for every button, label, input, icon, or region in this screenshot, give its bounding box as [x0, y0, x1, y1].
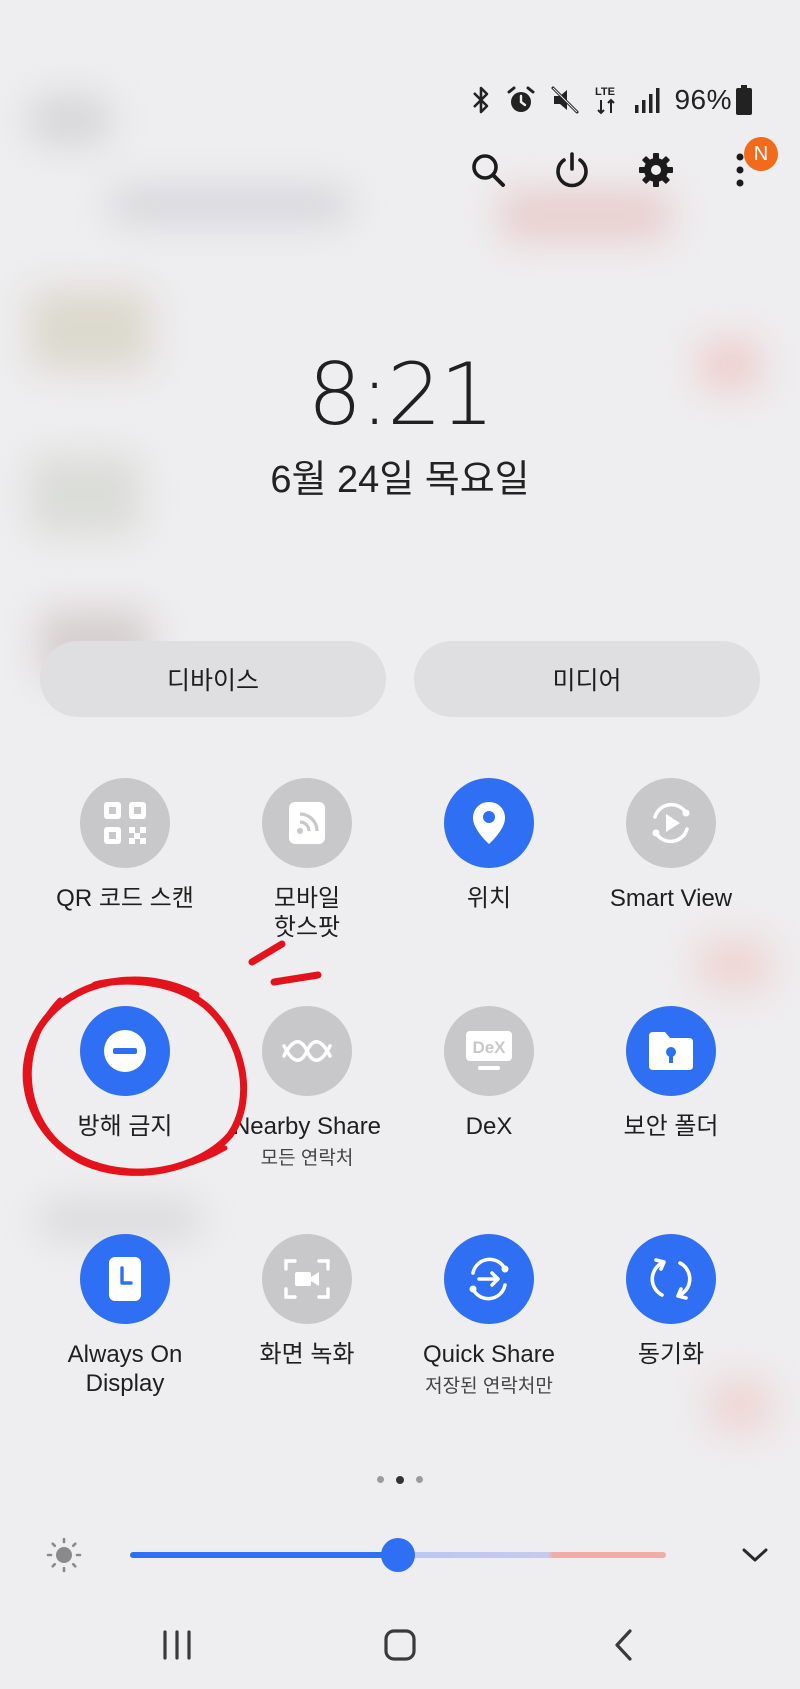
tile-label: Smart View: [609, 885, 733, 912]
home-icon: [384, 1629, 416, 1661]
tile-always-on-display[interactable]: Always On Display: [34, 1234, 216, 1398]
tile-toggle[interactable]: [626, 1006, 716, 1096]
smart-view-icon: [652, 802, 690, 844]
screen-record-icon: [284, 1259, 330, 1299]
tile-toggle[interactable]: [80, 1234, 170, 1324]
mute-icon: [551, 86, 579, 114]
blurred-background: [700, 940, 770, 990]
page-indicator: [0, 1476, 800, 1484]
media-button[interactable]: 미디어: [414, 641, 760, 717]
tile-secure-folder[interactable]: 보안 폴더: [580, 1006, 762, 1141]
blurred-background: [710, 1380, 770, 1430]
tile-toggle[interactable]: [80, 1006, 170, 1096]
tile-label: 모바일 핫스팟: [273, 885, 341, 941]
recents-icon: [163, 1630, 191, 1660]
tile-toggle[interactable]: DeX: [444, 1006, 534, 1096]
tile-qr-scan[interactable]: QR 코드 스캔: [34, 778, 216, 913]
tile-toggle[interactable]: [262, 1234, 352, 1324]
secure-folder-icon: [649, 1032, 693, 1070]
tile-label: DeX: [465, 1113, 513, 1140]
always-on-display-icon: [109, 1257, 141, 1301]
navigation-bar: [0, 1615, 800, 1675]
tile-toggle[interactable]: [626, 778, 716, 868]
blurred-background: [110, 185, 350, 225]
power-button[interactable]: [552, 145, 592, 195]
clock-time: 8:21: [307, 345, 494, 445]
svg-text:LTE: LTE: [595, 86, 615, 98]
back-icon: [615, 1629, 632, 1661]
back-button[interactable]: [594, 1615, 654, 1675]
alarm-icon: [507, 86, 535, 112]
page-dot-current[interactable]: [396, 1476, 404, 1484]
tile-toggle[interactable]: [444, 778, 534, 868]
blurred-background: [30, 95, 110, 145]
svg-text:DeX: DeX: [472, 1038, 506, 1057]
page-dot[interactable]: [416, 1476, 423, 1483]
power-icon: [556, 152, 588, 188]
notification-badge: N: [744, 137, 778, 171]
tile-label: 방해 금지: [77, 1113, 173, 1140]
home-button[interactable]: [370, 1615, 430, 1675]
tile-label: QR 코드 스캔: [56, 885, 194, 912]
tile-label: Nearby Share: [232, 1113, 382, 1140]
search-icon: [472, 154, 505, 187]
nearby-share-icon: [282, 1040, 332, 1062]
tile-screen-recorder[interactable]: 화면 녹화: [216, 1234, 398, 1369]
tile-label: 보안 폴더: [623, 1113, 719, 1140]
tile-sublabel: 저장된 연락처만: [425, 1376, 553, 1397]
blurred-background: [500, 190, 670, 240]
hotspot-icon: [289, 802, 325, 844]
qr-code-icon: [104, 802, 146, 844]
tile-toggle[interactable]: [626, 1234, 716, 1324]
clock-date: 6월 24일 목요일: [270, 459, 530, 501]
do-not-disturb-icon: [104, 1030, 146, 1072]
more-options-button[interactable]: N: [720, 137, 778, 195]
location-pin-icon: [473, 802, 505, 844]
dex-icon: DeX: [466, 1031, 512, 1070]
settings-button[interactable]: [636, 145, 676, 195]
tile-label: Always On Display: [67, 1341, 183, 1397]
tile-toggle[interactable]: [262, 778, 352, 868]
bluetooth-icon: [473, 86, 489, 114]
brightness-control: [40, 1530, 770, 1580]
tile-do-not-disturb[interactable]: 방해 금지: [34, 1006, 216, 1141]
tile-sync[interactable]: 동기화: [580, 1234, 762, 1369]
battery-percent: 96%: [674, 84, 732, 115]
status-bar: LTE 96%: [470, 82, 752, 118]
tile-location[interactable]: 위치: [398, 778, 580, 913]
quick-panel-actions: N: [468, 137, 778, 195]
devices-button[interactable]: 디바이스: [40, 641, 386, 717]
tile-label: 동기화: [637, 1341, 705, 1368]
tile-label: Quick Share: [422, 1341, 556, 1368]
tile-toggle[interactable]: [262, 1006, 352, 1096]
expand-chevron-icon[interactable]: [740, 1542, 770, 1568]
tile-dex[interactable]: DeX DeX: [398, 1006, 580, 1141]
signal-icon: [635, 88, 660, 113]
recents-button[interactable]: [147, 1615, 207, 1675]
search-button[interactable]: [468, 145, 508, 195]
tile-label: 화면 녹화: [259, 1341, 355, 1368]
brightness-sun-icon: [46, 1537, 82, 1573]
tile-sublabel: 모든 연락처: [260, 1148, 354, 1169]
page-dot[interactable]: [377, 1476, 384, 1483]
tile-nearby-share[interactable]: Nearby Share 모든 연락처: [216, 1006, 398, 1170]
sync-icon: [650, 1258, 692, 1300]
tile-smart-view[interactable]: Smart View: [580, 778, 762, 913]
tile-toggle[interactable]: [80, 778, 170, 868]
tile-mobile-hotspot[interactable]: 모바일 핫스팟: [216, 778, 398, 942]
tile-quick-share[interactable]: Quick Share 저장된 연락처만: [398, 1234, 580, 1398]
lte-icon: LTE: [595, 86, 615, 115]
battery-icon: [736, 85, 752, 115]
brightness-slider-thumb[interactable]: [381, 1538, 415, 1572]
gear-icon: [639, 153, 673, 187]
quick-share-icon: [469, 1257, 509, 1301]
tile-toggle[interactable]: [444, 1234, 534, 1324]
tile-label: 위치: [466, 885, 512, 912]
